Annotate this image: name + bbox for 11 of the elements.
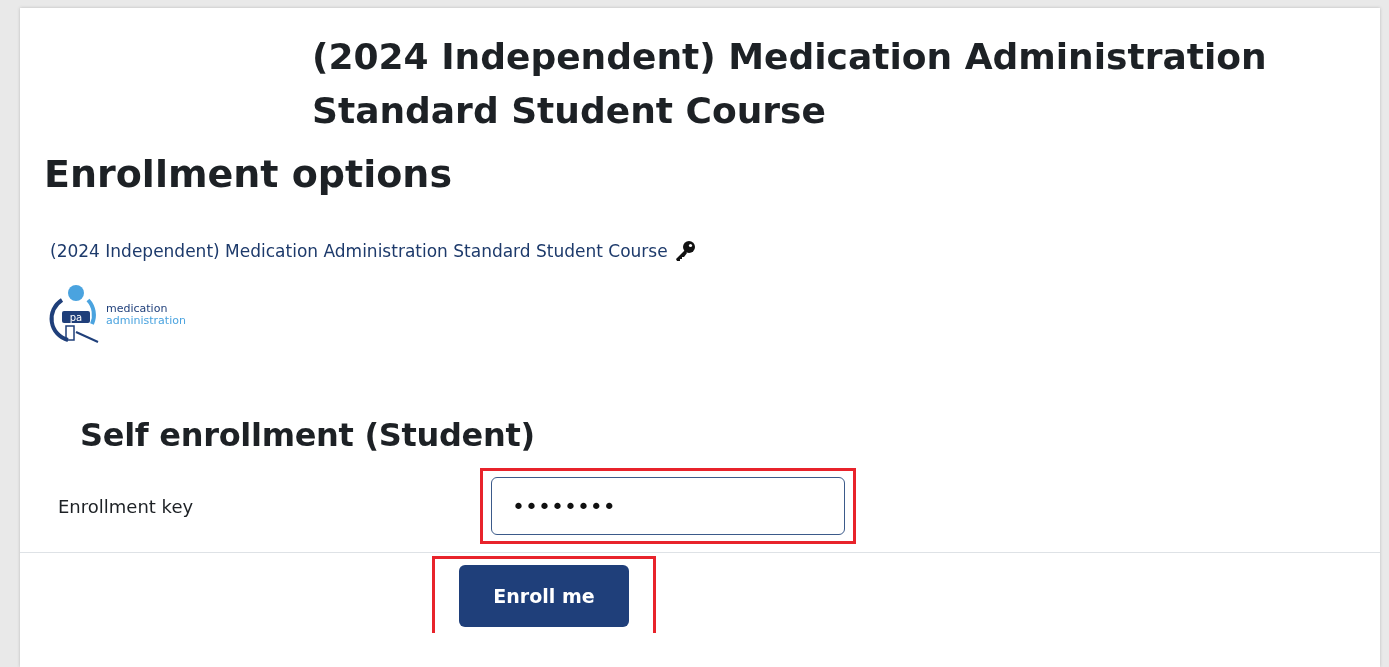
field-label: Enrollment key <box>58 495 195 517</box>
logo-badge-text: pa <box>69 312 83 323</box>
course-link[interactable]: (2024 Independent) Medication Administration Standard Student Course <box>50 241 668 261</box>
page-heading: Enrollment options <box>44 152 453 196</box>
enrollment-key-field[interactable]: •••••••• <box>491 477 845 535</box>
course-title: (2024 Independent) Medication Administration Standard Student Course <box>311 35 1268 133</box>
logo-text: medication <box>106 303 169 315</box>
key-icon <box>673 240 696 262</box>
section-heading: Self enrollment (Student) <box>80 416 536 454</box>
enroll-button[interactable]: Enroll me <box>459 565 629 627</box>
logo-text: administration <box>106 315 186 327</box>
